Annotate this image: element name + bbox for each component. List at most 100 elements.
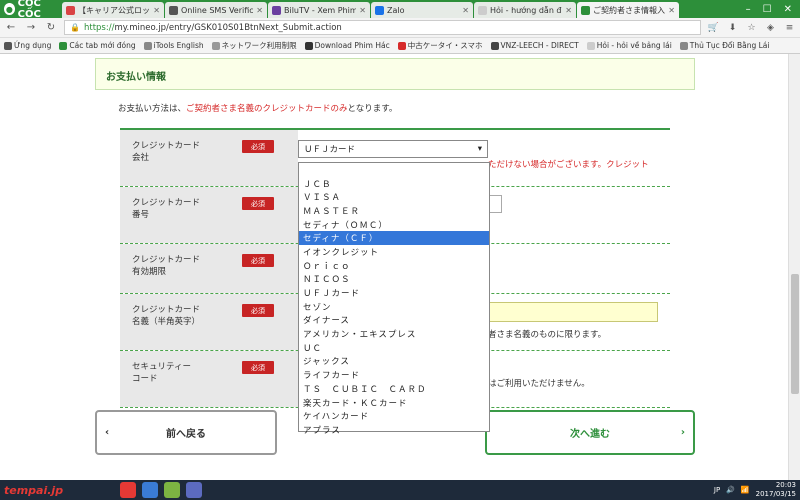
dropdown-option[interactable]: ＪＣＢ — [299, 177, 489, 191]
back-arrow-icon[interactable]: ← — [4, 22, 18, 33]
forward-arrow-icon[interactable]: → — [24, 22, 38, 33]
browser-tab[interactable]: BiluTV - Xem Phim M✕ — [268, 2, 370, 18]
bookmark-icon — [304, 41, 313, 50]
browser-tab[interactable]: Zalo ✕ — [371, 2, 473, 18]
dropdown-option[interactable]: アプラス — [299, 423, 489, 437]
dropdown-option[interactable]: ジャックス — [299, 355, 489, 369]
network-icon[interactable]: 📶 — [741, 486, 750, 494]
dropdown-option[interactable]: セディナ（ＯＭＣ） — [299, 218, 489, 232]
reload-icon[interactable]: ↻ — [44, 22, 58, 33]
label-card-name: クレジットカード 名義（半角英字） 必須 — [120, 294, 298, 350]
watermark-logo: tempai.jp — [4, 483, 64, 497]
next-button[interactable]: 次へ進む › — [485, 410, 695, 455]
speaker-icon[interactable]: 🔊 — [726, 486, 735, 494]
card-number-input[interactable] — [488, 195, 502, 213]
bookmark-item[interactable]: VNZ-LEECH - DIRECT — [490, 41, 579, 50]
tab-title: 【キャリア公式ロック — [78, 5, 151, 15]
bookmark-item[interactable]: iTools English — [143, 41, 204, 50]
page-scrollbar[interactable] — [788, 54, 800, 480]
dropdown-option[interactable]: ＶＩＳＡ — [299, 190, 489, 204]
back-button[interactable]: ‹ 前へ戻る — [95, 410, 277, 455]
extension-icon[interactable]: ◈ — [764, 21, 777, 34]
bookmark-item[interactable]: Thủ Tục Đổi Bằng Lái — [679, 41, 769, 50]
dropdown-option[interactable]: アメリカン・エキスプレス — [299, 327, 489, 341]
tab-title: Online SMS Verificat — [181, 5, 254, 15]
dropdown-option[interactable]: ＵＣ — [299, 341, 489, 355]
app-icon-red[interactable] — [120, 482, 136, 498]
clock[interactable]: 20:03 2017/03/15 — [756, 481, 796, 499]
tab-close-icon[interactable]: ✕ — [359, 6, 366, 15]
bookmark-item[interactable]: Hỏi - hỏi về bảng lái — [586, 41, 672, 50]
name-note: 者さま名義のものに限ります。 — [488, 330, 607, 340]
minimize-icon[interactable]: – — [746, 4, 751, 15]
language-indicator[interactable]: JP — [714, 486, 720, 494]
coccoc-taskbar-icon[interactable] — [164, 482, 180, 498]
dropdown-option[interactable]: ＵＦＪカード — [299, 286, 489, 300]
security-note: はご利用いただけません。 — [488, 379, 590, 389]
chevron-right-icon: › — [680, 427, 685, 438]
dropdown-option[interactable]: イオンクレジット — [299, 245, 489, 259]
app-icon-blue[interactable] — [142, 482, 158, 498]
browser-logo[interactable]: ● CỐC CỐC — [0, 0, 62, 20]
tab-close-icon[interactable]: ✕ — [256, 6, 263, 15]
label-security-code: セキュリティー コード 必須 — [120, 351, 298, 407]
lock-icon: 🔒 — [70, 23, 80, 32]
tab-favicon-icon — [272, 5, 281, 15]
bookmark-icon — [211, 41, 220, 50]
bookmark-item[interactable]: Download Phim Hác — [304, 41, 390, 50]
tab-close-icon[interactable]: ✕ — [462, 6, 469, 15]
dropdown-arrow-icon: ▾ — [477, 144, 482, 154]
menu-icon[interactable]: ≡ — [783, 21, 796, 34]
label-card-number: クレジットカード 番号 必須 — [120, 187, 298, 243]
bookmark-item[interactable]: ネットワーク利用制限 — [211, 40, 297, 51]
dropdown-option[interactable]: ＴＳ ＣＵＢＩＣ ＣＡＲＤ — [299, 382, 489, 396]
page-content: お支払い情報 お支払い方法は、ご契約者さま名義のクレジットカードのみとなります。… — [0, 54, 788, 480]
bookmark-icon — [59, 41, 68, 50]
close-window-icon[interactable]: ✕ — [784, 4, 792, 15]
dropdown-option[interactable]: 楽天カード・ＫＣカード — [299, 396, 489, 410]
star-icon[interactable]: ☆ — [745, 21, 758, 34]
cart-icon[interactable]: 🛒 — [707, 21, 720, 34]
browser-tab[interactable]: 【キャリア公式ロック ✕ — [62, 2, 164, 18]
required-badge: 必須 — [242, 197, 274, 210]
dropdown-option[interactable]: Ｏｒｉｃｏ — [299, 259, 489, 273]
required-badge: 必須 — [242, 361, 274, 374]
tab-close-icon[interactable]: ✕ — [668, 6, 675, 15]
card-company-select[interactable]: ＵＦＪカード ▾ — [298, 140, 488, 158]
tab-favicon-icon — [581, 5, 590, 15]
tab-title: BiluTV - Xem Phim M — [284, 5, 357, 15]
url-input[interactable]: 🔒 https:// my.mineo.jp/entry/GSK010S01Bt… — [64, 20, 701, 35]
tab-favicon-icon — [375, 5, 384, 15]
dropdown-option[interactable]: ライフカード — [299, 368, 489, 382]
dropdown-option[interactable]: ダイナース — [299, 314, 489, 328]
browser-name: CỐC CỐC — [17, 0, 41, 20]
bookmark-icon — [679, 41, 688, 50]
bookmark-item[interactable]: Các tab mới đóng — [59, 41, 136, 50]
dropdown-option[interactable]: セゾン — [299, 300, 489, 314]
bookmark-item[interactable]: 中古ケータイ・スマホ — [397, 40, 483, 51]
bookmarks-bar: Ứng dụng Các tab mới đóng iTools English ネッ… — [0, 38, 800, 54]
tab-favicon-icon — [66, 5, 75, 15]
scrollbar-thumb[interactable] — [791, 274, 799, 394]
url-scheme: https:// — [83, 22, 115, 33]
card-name-input[interactable] — [488, 302, 658, 322]
app-icon-photo[interactable] — [186, 482, 202, 498]
tab-close-icon[interactable]: ✕ — [565, 6, 572, 15]
browser-tab[interactable]: Hỏi - hướng dẫn đăng✕ — [474, 2, 576, 18]
dropdown-option[interactable]: セディナ（ＣＦ） — [299, 231, 489, 246]
browser-tab[interactable]: Online SMS Verificat✕ — [165, 2, 267, 18]
dropdown-option[interactable]: ＭＡＳＴＥＲ — [299, 204, 489, 218]
bookmark-icon — [4, 41, 12, 50]
browser-tab[interactable]: ご契約者さま情報入力 ✕ — [577, 2, 679, 18]
payment-notice: お支払い方法は、ご契約者さま名義のクレジットカードのみとなります。 — [118, 104, 398, 114]
card-company-dropdown: ＪＣＢ ＶＩＳＡ ＭＡＳＴＥＲ セディナ（ＯＭＣ） セディナ（ＣＦ） イオンクレジット Ｏｒ… — [298, 162, 490, 436]
tab-favicon-icon — [169, 5, 178, 15]
dropdown-option[interactable]: ＮＩＣＯＳ — [299, 273, 489, 287]
label-expiry: クレジットカード 有効期限 必須 — [120, 244, 298, 293]
maximize-icon[interactable]: ☐ — [763, 4, 772, 15]
tab-close-icon[interactable]: ✕ — [153, 6, 160, 15]
dropdown-option[interactable]: ケイハンカード — [299, 409, 489, 423]
bookmark-item[interactable]: Ứng dụng — [4, 41, 51, 50]
dropdown-option[interactable] — [299, 163, 489, 177]
download-icon[interactable]: ⬇ — [726, 21, 739, 34]
